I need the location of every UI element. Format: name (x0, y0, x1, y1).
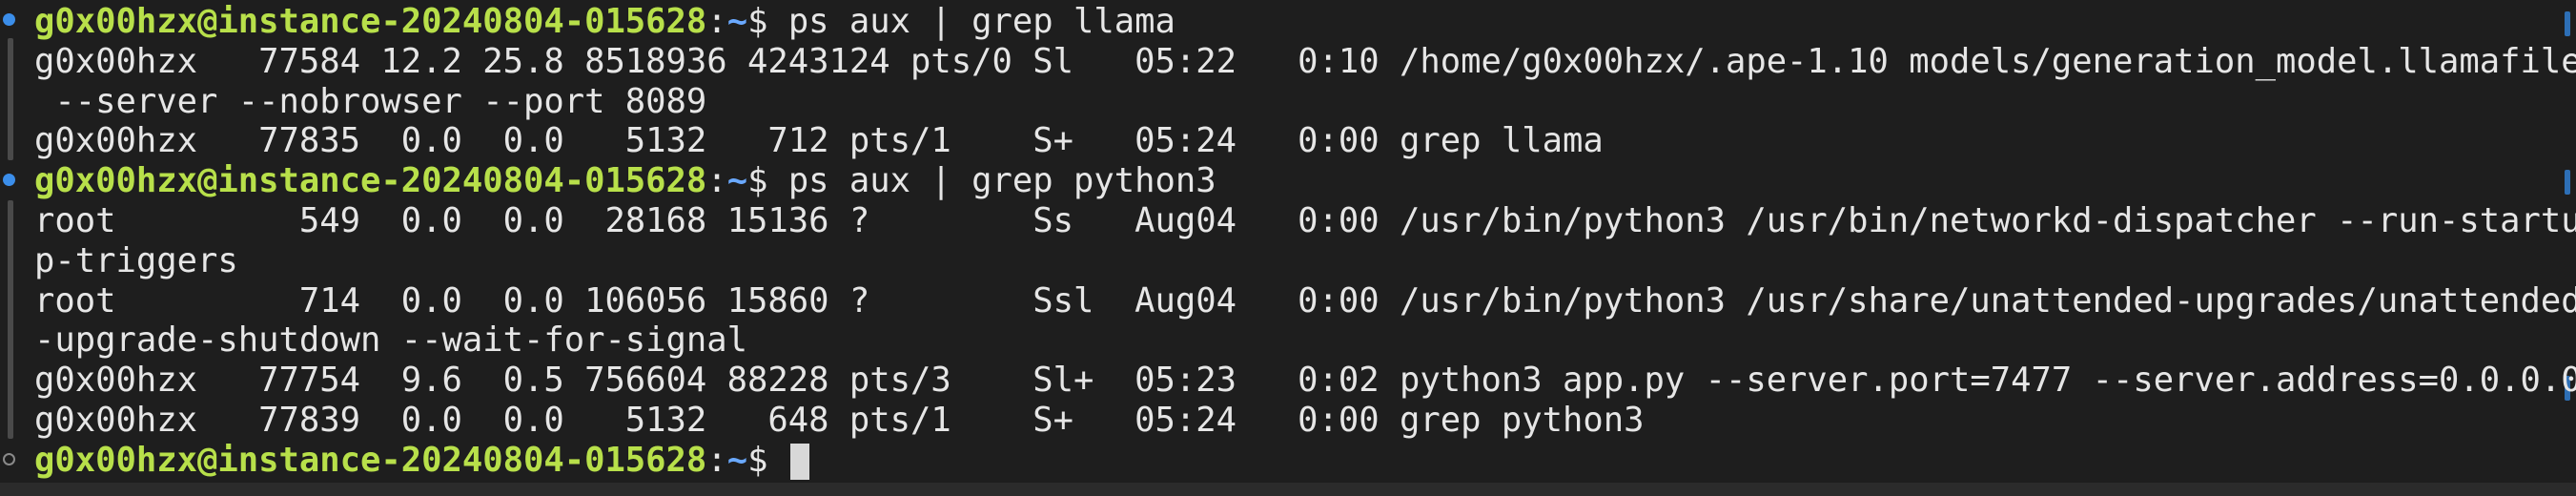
prompt-separator: : (706, 440, 727, 480)
prompt-separator: : (706, 2, 727, 41)
prompt-user-host: g0x00hzx@instance-20240804-015628 (34, 440, 707, 480)
prompt-path: ~ (726, 2, 748, 41)
command-gutter (0, 0, 32, 496)
command-marker-hollow-icon[interactable] (3, 453, 15, 465)
text-cursor[interactable] (789, 443, 809, 480)
terminal-bottom-edge (0, 483, 2576, 496)
prompt-path: ~ (726, 161, 748, 201)
output-line: root 549 0.0 0.0 28168 15136 ? Ss Aug04 … (34, 200, 2576, 240)
prompt-symbol: $ (747, 440, 788, 480)
command-text: ps aux | grep python3 (787, 161, 1216, 201)
prompt-symbol: $ (747, 2, 788, 41)
output-line: -upgrade-shutdown --wait-for-signal (34, 320, 748, 361)
command-output-bar (8, 38, 13, 160)
output-line: g0x00hzx 77754 9.6 0.5 756604 88228 pts/… (34, 361, 2576, 401)
prompt-user-host: g0x00hzx@instance-20240804-015628 (34, 161, 707, 201)
output-line: p-triggers (34, 240, 238, 280)
command-text: ps aux | grep llama (787, 2, 1176, 41)
command-output-bar (8, 200, 13, 439)
active-prompt-line[interactable]: g0x00hzx@instance-20240804-015628:~$ (34, 441, 2576, 481)
output-line: g0x00hzx 77584 12.2 25.8 8518936 4243124… (34, 41, 2576, 81)
output-line: g0x00hzx 77839 0.0 0.0 5132 648 pts/1 S+… (34, 400, 1645, 440)
prompt-user-host: g0x00hzx@instance-20240804-015628 (34, 2, 707, 41)
terminal-window[interactable]: g0x00hzx@instance-20240804-015628:~$ ps … (0, 0, 2576, 496)
prompt-line: g0x00hzx@instance-20240804-015628:~$ ps … (34, 2, 2576, 42)
output-line: g0x00hzx 77835 0.0 0.0 5132 712 pts/1 S+… (34, 121, 1604, 161)
prompt-line: g0x00hzx@instance-20240804-015628:~$ ps … (34, 161, 2576, 201)
command-marker-icon[interactable] (3, 13, 15, 26)
output-line: --server --nobrowser --port 8089 (34, 81, 707, 121)
output-line: root 714 0.0 0.0 106056 15860 ? Ssl Aug0… (34, 280, 2576, 320)
command-marker-icon[interactable] (3, 174, 15, 186)
prompt-path: ~ (726, 440, 748, 480)
terminal-output: g0x00hzx@instance-20240804-015628:~$ ps … (34, 2, 2576, 481)
prompt-separator: : (706, 161, 727, 201)
prompt-symbol: $ (747, 161, 788, 201)
